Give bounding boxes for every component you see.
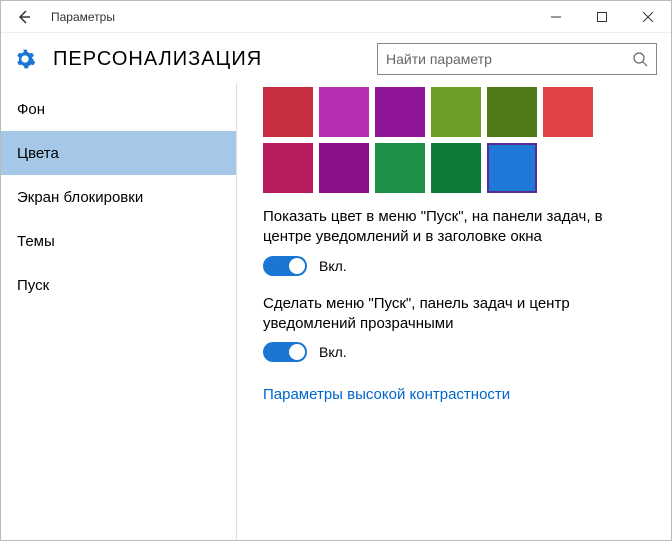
body: Фон Цвета Экран блокировки Темы Пуск Пок… bbox=[1, 83, 671, 540]
minimize-button[interactable] bbox=[533, 1, 579, 33]
content: Показать цвет в меню "Пуск", на панели з… bbox=[237, 83, 671, 540]
sidebar-item-themes[interactable]: Темы bbox=[1, 219, 236, 263]
color-swatch[interactable] bbox=[543, 87, 593, 137]
toggle-show-color[interactable] bbox=[263, 256, 307, 276]
maximize-button[interactable] bbox=[579, 1, 625, 33]
toggle-transparency[interactable] bbox=[263, 342, 307, 362]
setting-label: Сделать меню "Пуск", панель задач и цент… bbox=[263, 294, 651, 335]
color-swatch[interactable] bbox=[375, 143, 425, 193]
page-title: ПЕРСОНАЛИЗАЦИЯ bbox=[53, 48, 365, 71]
search-input[interactable]: Найти параметр bbox=[377, 43, 657, 75]
color-swatch[interactable] bbox=[487, 87, 537, 137]
sidebar-item-start[interactable]: Пуск bbox=[1, 263, 236, 307]
gear-icon bbox=[9, 43, 41, 75]
header: ПЕРСОНАЛИЗАЦИЯ Найти параметр bbox=[1, 33, 671, 83]
back-button[interactable] bbox=[1, 9, 47, 25]
minimize-icon bbox=[551, 12, 561, 22]
window-title: Параметры bbox=[47, 10, 533, 24]
titlebar: Параметры bbox=[1, 1, 671, 33]
color-swatch[interactable] bbox=[431, 87, 481, 137]
color-swatch-selected[interactable] bbox=[487, 143, 537, 193]
toggle-row: Вкл. bbox=[263, 256, 651, 276]
maximize-icon bbox=[597, 12, 607, 22]
search-placeholder: Найти параметр bbox=[386, 51, 632, 67]
color-palette bbox=[263, 87, 595, 193]
sidebar-item-lockscreen[interactable]: Экран блокировки bbox=[1, 175, 236, 219]
toggle-row: Вкл. bbox=[263, 342, 651, 362]
color-swatch[interactable] bbox=[319, 143, 369, 193]
search-icon bbox=[632, 51, 648, 67]
sidebar-item-background[interactable]: Фон bbox=[1, 87, 236, 131]
color-swatch[interactable] bbox=[263, 87, 313, 137]
color-swatch[interactable] bbox=[263, 143, 313, 193]
close-icon bbox=[643, 12, 653, 22]
color-swatch[interactable] bbox=[431, 143, 481, 193]
toggle-state-label: Вкл. bbox=[319, 258, 347, 274]
toggle-state-label: Вкл. bbox=[319, 344, 347, 360]
sidebar-item-colors[interactable]: Цвета bbox=[1, 131, 236, 175]
arrow-left-icon bbox=[16, 9, 32, 25]
color-swatch[interactable] bbox=[375, 87, 425, 137]
color-swatch[interactable] bbox=[319, 87, 369, 137]
setting-label: Показать цвет в меню "Пуск", на панели з… bbox=[263, 207, 651, 248]
sidebar: Фон Цвета Экран блокировки Темы Пуск bbox=[1, 83, 237, 540]
high-contrast-link[interactable]: Параметры высокой контрастности bbox=[263, 386, 510, 403]
close-button[interactable] bbox=[625, 1, 671, 33]
